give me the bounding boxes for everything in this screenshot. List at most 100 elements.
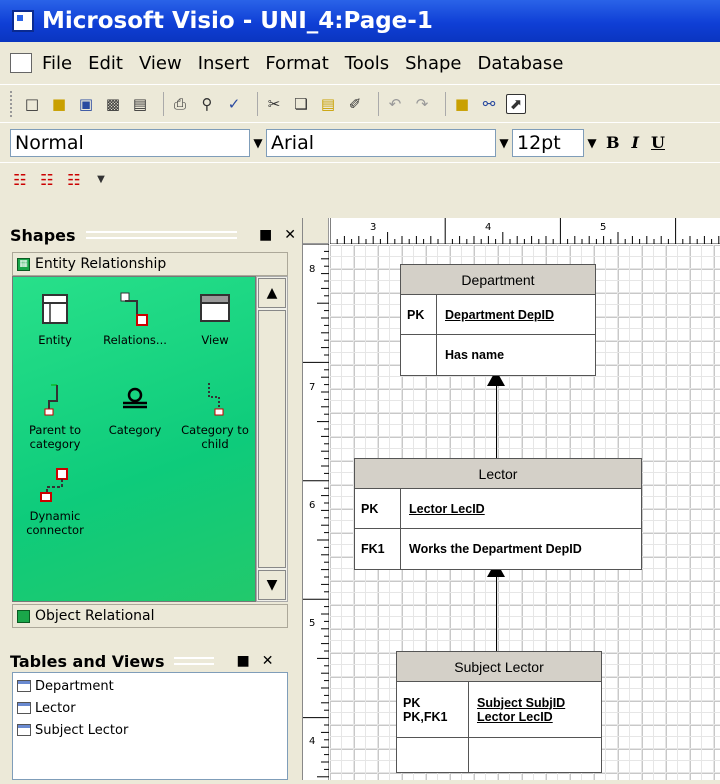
entity-subject-lector[interactable]: Subject Lector PK PK,FK1 Subject SubjID … [396, 651, 602, 773]
connector-icon[interactable]: ⚯ [479, 94, 499, 114]
font-dropdown[interactable]: Arial [266, 128, 496, 157]
menu-format[interactable]: Format [265, 53, 328, 74]
key-cell [401, 335, 437, 375]
underline-button[interactable]: U [651, 133, 665, 152]
master-parent-to-category[interactable]: Parent to category [13, 381, 97, 451]
publish-icon[interactable]: ▤ [130, 94, 150, 114]
relationship-connector[interactable] [496, 569, 497, 653]
bold-button[interactable]: B [606, 133, 620, 152]
document-icon[interactable] [10, 53, 32, 73]
scroll-down-icon[interactable]: ▼ [258, 570, 286, 600]
scroll-up-icon[interactable]: ▲ [258, 278, 286, 308]
pdf-create-icon[interactable]: ☷ [10, 170, 30, 190]
entity-row: Has name [401, 335, 595, 375]
stencil-entity-relationship[interactable]: ▦ Entity Relationship [12, 252, 288, 276]
style-dropdown[interactable]: Normal [10, 128, 250, 157]
stencil-scrollbar[interactable]: ▲ ▼ [256, 276, 288, 602]
restore-icon[interactable]: ■ [259, 227, 272, 243]
chevron-down-icon[interactable]: ▼ [584, 129, 600, 157]
vertical-ruler[interactable]: 8 7 6 5 4 [303, 243, 329, 780]
standard-toolbar: □ ■ ▣ ▩ ▤ ⎙ ⚲ ✓ ✂ ❏ ▤ ✐ ↶ ↷ ■ ⚯ ⬈ [0, 84, 720, 122]
shapes-panel-title: Shapes [10, 225, 76, 245]
close-icon[interactable]: ✕ [262, 653, 274, 669]
title-bar: Microsoft Visio - UNI_4:Page-1 [0, 0, 720, 42]
master-label: Parent to category [28, 423, 81, 451]
drawing-canvas[interactable]: Department PK Department DepID Has name … [330, 245, 720, 780]
open-icon[interactable]: ■ [49, 94, 69, 114]
master-label: Dynamic connector [26, 509, 84, 537]
list-item[interactable]: Subject Lector [13, 719, 287, 741]
separator [445, 91, 446, 116]
entity-icon [37, 291, 73, 327]
key-label: PK [403, 695, 421, 710]
key-cell: PK [401, 295, 437, 334]
master-category-to-child[interactable]: Category to child [173, 381, 257, 451]
tables-views-list: Department Lector Subject Lector [12, 672, 288, 780]
menu-shape[interactable]: Shape [405, 53, 461, 74]
attribute-cell: Subject SubjID Lector LecID [469, 682, 573, 737]
pointer-tool-icon[interactable]: ⬈ [506, 93, 526, 114]
panel-grip[interactable] [174, 657, 215, 665]
stencil-object-relational[interactable]: Object Relational [12, 604, 288, 628]
master-view[interactable]: View [173, 291, 257, 347]
copy-icon[interactable]: ❏ [291, 94, 311, 114]
horizontal-ruler[interactable]: 3 4 5 [329, 218, 720, 244]
ruler-corner[interactable] [303, 218, 329, 244]
chevron-down-icon[interactable]: ▼ [250, 129, 266, 157]
toolbar-grip[interactable] [10, 90, 14, 117]
relationship-connector[interactable] [496, 378, 497, 460]
restore-icon[interactable]: ■ [236, 653, 249, 669]
cut-icon[interactable]: ✂ [264, 94, 284, 114]
save-icon[interactable]: ▣ [76, 94, 96, 114]
menu-edit[interactable]: Edit [88, 53, 123, 74]
paste-icon[interactable]: ▤ [318, 94, 338, 114]
master-category[interactable]: Category [93, 381, 177, 437]
entity-row: FK1 Works the Department DepID [355, 529, 641, 569]
entity-lector[interactable]: Lector PK Lector LecID FK1 Works the Dep… [354, 458, 642, 570]
master-dynamic-connector[interactable]: Dynamic connector [13, 467, 97, 537]
stencil-icon [17, 609, 30, 623]
entity-title: Subject Lector [397, 652, 601, 682]
key-label: FK1 [361, 542, 385, 556]
menu-file[interactable]: File [42, 53, 72, 74]
visio-app-icon[interactable] [12, 10, 34, 32]
print-preview-icon[interactable]: ⚲ [197, 94, 217, 114]
ruler-label: 5 [309, 618, 315, 629]
attribute-label: Subject SubjID [477, 695, 566, 710]
attribute-label: Lector LecID [477, 709, 553, 724]
key-label: PK,FK1 [403, 709, 448, 724]
master-entity[interactable]: Entity [13, 291, 97, 347]
attribute-label: Lector LecID [409, 501, 485, 516]
entity-department[interactable]: Department PK Department DepID Has name [400, 264, 596, 376]
menu-tools[interactable]: Tools [345, 53, 389, 74]
shapes-icon[interactable]: ■ [452, 94, 472, 114]
panel-grip[interactable] [85, 231, 238, 239]
list-item[interactable]: Lector [13, 697, 287, 719]
list-item[interactable]: Department [13, 675, 287, 697]
font-size-dropdown[interactable]: 12pt [512, 128, 584, 157]
redo-icon[interactable]: ↷ [412, 94, 432, 114]
menu-insert[interactable]: Insert [198, 53, 250, 74]
chevron-down-icon[interactable]: ▼ [91, 170, 111, 190]
chevron-down-icon[interactable]: ▼ [496, 129, 512, 157]
key-cell [397, 738, 469, 772]
menu-view[interactable]: View [139, 53, 182, 74]
separator [163, 91, 164, 116]
ruler-label: 6 [309, 500, 315, 511]
pdf-review-icon[interactable]: ☷ [64, 170, 84, 190]
separator [257, 91, 258, 116]
pdf-email-icon[interactable]: ☷ [37, 170, 57, 190]
menu-database[interactable]: Database [478, 53, 564, 74]
close-icon[interactable]: ✕ [284, 227, 296, 243]
print-icon[interactable]: ⎙ [170, 94, 190, 114]
undo-icon[interactable]: ↶ [385, 94, 405, 114]
italic-button[interactable]: I [632, 133, 639, 152]
new-icon[interactable]: □ [22, 94, 42, 114]
master-relationship[interactable]: Relations... [93, 291, 177, 347]
format-painter-icon[interactable]: ✐ [345, 94, 365, 114]
scroll-thumb[interactable] [258, 310, 286, 568]
spelling-icon[interactable]: ✓ [224, 94, 244, 114]
permission-icon[interactable]: ▩ [103, 94, 123, 114]
master-label: Category to child [181, 423, 249, 451]
drawing-area[interactable]: 3 4 5 8 7 6 5 4 Department PK Department… [302, 218, 720, 780]
